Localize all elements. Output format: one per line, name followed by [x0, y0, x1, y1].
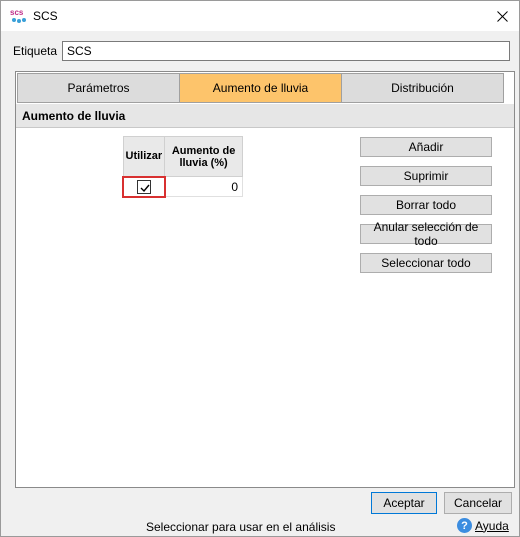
etiqueta-label: Etiqueta [13, 44, 58, 58]
window-title: SCS [33, 9, 58, 23]
table-row: 0 [122, 175, 243, 198]
close-icon[interactable] [493, 7, 511, 25]
etiqueta-input[interactable] [62, 41, 510, 61]
help-link[interactable]: ? Ayuda [457, 518, 509, 533]
aumento-cell[interactable]: 0 [164, 176, 243, 197]
section-title: Aumento de lluvia [22, 109, 126, 123]
anular-seleccion-button[interactable]: Anular selección de todo [360, 220, 492, 248]
dialog-window: scs SCS Etiqueta Parámetros Aumento de l… [0, 0, 520, 537]
header-aumento[interactable]: Aumento de lluvia (%) [164, 136, 243, 177]
title-bar: scs SCS [1, 1, 519, 31]
tab-distribucion[interactable]: Distribución [341, 73, 504, 103]
main-panel: Parámetros Aumento de lluvia Distribució… [15, 71, 515, 488]
checkmark-icon [140, 184, 150, 192]
tab-parametros[interactable]: Parámetros [17, 73, 180, 103]
section-header: Aumento de lluvia [16, 104, 514, 128]
seleccionar-todo-button[interactable]: Seleccionar todo [360, 253, 492, 273]
utilizar-cell[interactable] [122, 175, 166, 198]
tab-strip: Parámetros Aumento de lluvia Distribució… [17, 73, 504, 103]
rain-increase-grid: Utilizar Aumento de lluvia (%) 0 [122, 136, 243, 198]
help-icon[interactable]: ? [457, 518, 472, 533]
scs-app-icon: scs [10, 7, 28, 25]
cancelar-button[interactable]: Cancelar [444, 492, 512, 514]
help-label[interactable]: Ayuda [475, 519, 509, 533]
suprimir-button[interactable]: Suprimir [360, 166, 492, 186]
tab-aumento-de-lluvia[interactable]: Aumento de lluvia [179, 73, 342, 103]
utilizar-checkbox[interactable] [136, 179, 151, 194]
aceptar-button[interactable]: Aceptar [371, 492, 437, 514]
app-icon-text: scs [10, 8, 24, 17]
borrar-todo-button[interactable]: Borrar todo [360, 195, 492, 215]
header-utilizar[interactable]: Utilizar [122, 136, 166, 177]
status-text: Seleccionar para usar en el análisis [146, 520, 336, 534]
anadir-button[interactable]: Añadir [360, 137, 492, 157]
